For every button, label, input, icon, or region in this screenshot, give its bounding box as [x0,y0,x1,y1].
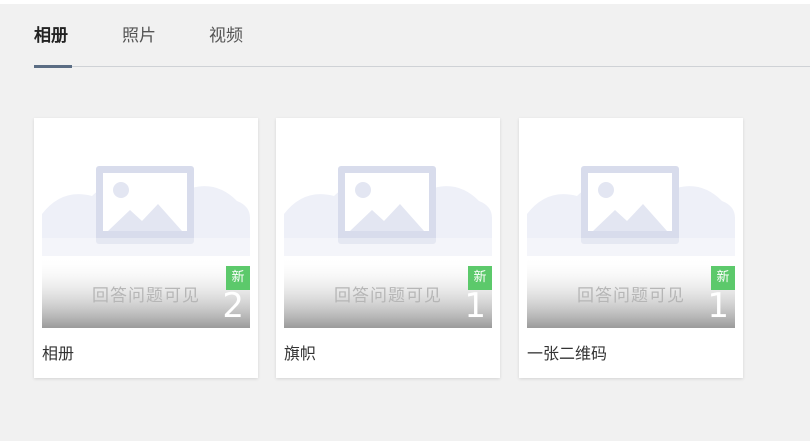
tab-videos[interactable]: 视频 [209,25,243,47]
tabs-divider [34,66,810,67]
watermark-text: 回答问题可见 [92,286,200,306]
album-tabs: 相册 照片 视频 [0,0,810,68]
photo-count: 2 [222,286,244,326]
photo-count: 1 [707,286,729,326]
album-cover: 新 回答问题可见 1 [284,126,492,328]
album-title: 一张二维码 [527,344,608,363]
photo-count: 1 [464,286,486,326]
watermark-text: 回答问题可见 [577,286,685,306]
album-cover: 新 回答问题可见 2 [42,126,250,328]
watermark-text: 回答问题可见 [334,286,442,306]
album-title: 旗帜 [284,344,317,363]
tab-photos[interactable]: 照片 [122,25,156,47]
album-card-3[interactable]: 新 回答问题可见 1 一张二维码 [519,118,743,378]
album-card-1[interactable]: 新 回答问题可见 2 相册 [34,118,258,378]
album-cover: 新 回答问题可见 1 [527,126,735,328]
album-card-2[interactable]: 新 回答问题可见 1 旗帜 [276,118,500,378]
tab-albums[interactable]: 相册 [34,25,68,47]
album-title: 相册 [42,344,75,363]
active-tab-indicator [34,65,72,68]
